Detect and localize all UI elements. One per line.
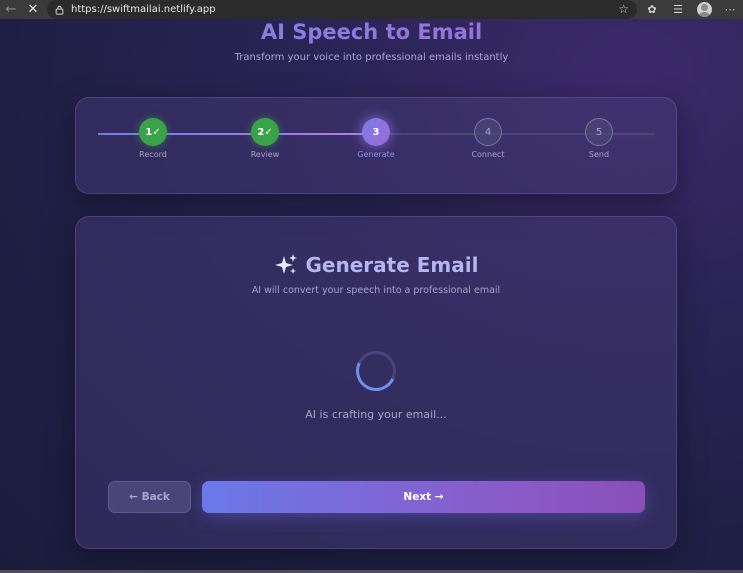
app-page: AI Speech to Email Transform your voice …	[0, 19, 743, 573]
page-title: AI Speech to Email	[0, 20, 743, 44]
step-label: Record	[139, 150, 167, 159]
page-subtitle: Transform your voice into professional e…	[234, 52, 509, 63]
stop-loading-icon[interactable]: ✕	[22, 0, 44, 19]
more-menu-icon[interactable]: ⋯	[717, 0, 743, 19]
generate-heading: Generate Email	[76, 253, 676, 277]
stepper-card: 1✓ Record 2✓ Review 3 Generate 4 Connect…	[75, 97, 677, 194]
step-marker: 1✓	[139, 118, 167, 146]
url-text: https://swiftmailai.netlify.app	[71, 4, 216, 15]
sparkles-icon	[274, 254, 297, 274]
step-marker: 4	[474, 118, 502, 146]
step-record[interactable]: 1✓ Record	[113, 118, 193, 159]
generate-title: Generate Email	[305, 253, 479, 277]
back-nav-icon[interactable]: ←	[0, 0, 22, 19]
favorite-star-icon[interactable]: ☆	[618, 2, 629, 16]
loading-spinner-icon	[350, 345, 402, 397]
address-bar[interactable]: https://swiftmailai.netlify.app ☆	[47, 0, 637, 19]
step-label: Send	[588, 150, 610, 159]
lock-icon	[55, 5, 64, 15]
step-marker: 5	[585, 118, 613, 146]
status-text: AI is crafting your email...	[305, 408, 447, 421]
step-send[interactable]: 5 Send	[559, 118, 639, 159]
step-label: Review	[250, 150, 280, 159]
favorites-icon[interactable]: ☰	[665, 0, 691, 19]
next-button[interactable]: Next →	[202, 481, 645, 513]
back-button[interactable]: ← Back	[108, 481, 191, 513]
step-marker: 2✓	[251, 118, 279, 146]
avatar	[696, 2, 712, 17]
step-marker: 3	[362, 118, 390, 146]
step-review[interactable]: 2✓ Review	[225, 118, 305, 159]
extensions-icon[interactable]: ✿	[639, 0, 665, 19]
browser-toolbar: ← ✕ https://swiftmailai.netlify.app ☆ ✿ …	[0, 0, 743, 19]
step-generate[interactable]: 3 Generate	[336, 118, 416, 159]
step-label: Generate	[357, 150, 395, 159]
profile-button[interactable]	[691, 0, 717, 19]
step-connect[interactable]: 4 Connect	[448, 118, 528, 159]
generate-subtitle: AI will convert your speech into a profe…	[251, 285, 501, 296]
step-label: Connect	[471, 150, 505, 159]
generate-card: Generate Email AI will convert your spee…	[75, 216, 677, 549]
